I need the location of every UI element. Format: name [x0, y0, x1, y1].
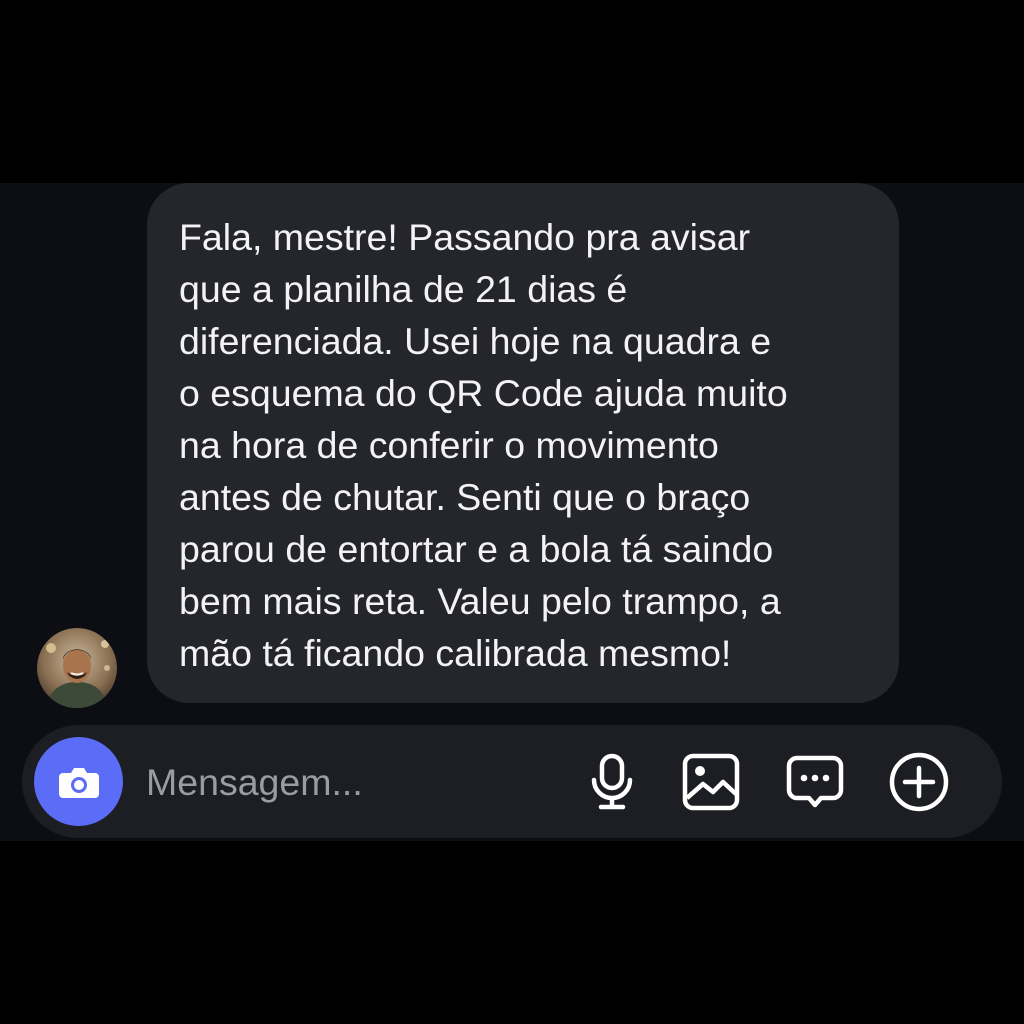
message-text: Fala, mestre! Passando pra avisar que a … — [179, 216, 788, 674]
microphone-button[interactable] — [581, 751, 643, 813]
sticker-button[interactable] — [784, 751, 846, 813]
chat-bubble-icon — [786, 755, 844, 808]
camera-button[interactable] — [34, 737, 123, 826]
plus-circle-icon — [889, 752, 949, 812]
avatar-photo — [37, 628, 117, 708]
incoming-message-bubble[interactable]: Fala, mestre! Passando pra avisar que a … — [147, 183, 899, 703]
message-input[interactable] — [146, 755, 546, 809]
message-composer — [22, 725, 1002, 838]
gallery-button[interactable] — [680, 751, 742, 813]
image-gallery-icon — [682, 753, 740, 811]
screen: Fala, mestre! Passando pra avisar que a … — [0, 0, 1024, 1024]
camera-icon — [58, 767, 99, 798]
contact-avatar[interactable] — [37, 628, 117, 708]
add-button[interactable] — [888, 751, 950, 813]
microphone-icon — [591, 753, 633, 810]
